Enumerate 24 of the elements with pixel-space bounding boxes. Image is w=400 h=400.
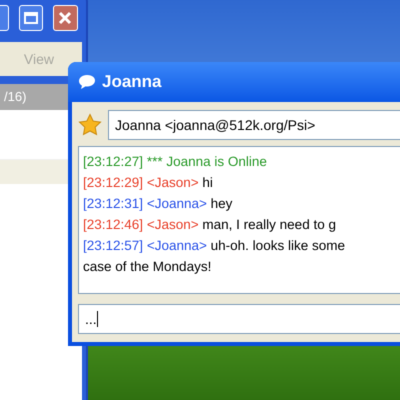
message-text: man, I really need to g: [202, 217, 336, 232]
message-input[interactable]: ...: [78, 304, 400, 334]
message-text: case of the Mondays!: [83, 259, 212, 274]
status-message: *** Joanna is Online: [146, 154, 267, 169]
contact-field[interactable]: Joanna <joanna@512k.org/Psi>: [108, 110, 400, 140]
maximize-button[interactable]: [19, 5, 43, 31]
nickname: <Joanna>: [146, 238, 207, 253]
message-text: hey: [210, 196, 232, 211]
timestamp: [23:12:31]: [83, 196, 144, 211]
message-text: hi: [202, 175, 213, 190]
timestamp: [23:12:27]: [83, 154, 144, 169]
close-button[interactable]: [52, 5, 78, 31]
window-title: Joanna: [102, 71, 162, 94]
timestamp: [23:12:57]: [83, 238, 144, 253]
close-icon: [58, 11, 72, 25]
maximize-icon: [24, 12, 38, 24]
message-text: uh-oh. looks like some: [210, 238, 345, 253]
speech-bubble-icon: [78, 74, 96, 90]
timestamp: [23:12:29]: [83, 175, 144, 190]
nickname: <Jason>: [146, 175, 199, 190]
nickname: <Joanna>: [146, 196, 207, 211]
nickname: <Jason>: [146, 217, 199, 232]
timestamp: [23:12:46]: [83, 217, 144, 232]
star-icon[interactable]: [78, 113, 102, 137]
